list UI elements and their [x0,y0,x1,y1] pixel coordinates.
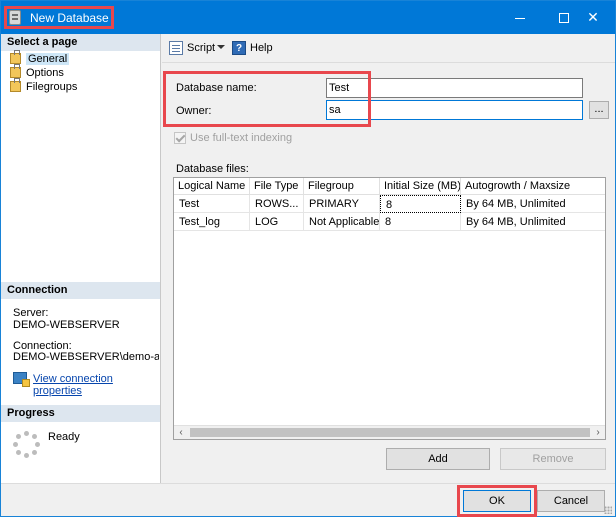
minimize-button[interactable] [498,1,542,34]
database-files-label: Database files: [176,163,249,175]
cancel-button[interactable]: Cancel [537,490,605,512]
ok-highlight [457,485,537,517]
horizontal-scrollbar[interactable]: ‹ › [174,425,605,439]
database-files-grid[interactable]: Logical Name File Type Filegroup Initial… [173,177,606,440]
connection-value: DEMO-WEBSERVER\demo-admi [13,351,159,363]
select-page-header: Select a page [1,34,160,51]
page-item-label: Filegroups [26,81,78,93]
script-button[interactable]: Script [169,41,215,55]
title-bar: New Database ✕ [1,1,615,34]
add-button[interactable]: Add [386,448,490,470]
page-icon [10,78,21,92]
owner-browse-button[interactable]: ... [589,101,609,119]
cell-filegroup[interactable]: PRIMARY [304,195,380,213]
connection-header: Connection [1,282,160,299]
page-item-label: Options [26,67,64,79]
column-header[interactable]: Initial Size (MB) [380,178,461,195]
connection-properties-icon [13,372,30,387]
close-button[interactable]: ✕ [571,1,615,34]
column-header[interactable]: File Type [250,178,304,195]
server-value: DEMO-WEBSERVER [13,319,120,331]
cell-autogrowth[interactable]: By 64 MB, Unlimited [461,213,605,231]
cell-file-type[interactable]: ROWS... [250,195,304,213]
script-label: Script [187,42,216,54]
cell-file-type[interactable]: LOG [250,213,304,231]
remove-button[interactable]: Remove [500,448,606,470]
dialog-button-bar: OK Cancel [1,483,615,517]
page-icon [10,64,21,78]
page-item-label: General [26,53,70,65]
cell-autogrowth[interactable]: By 64 MB, Unlimited [461,195,605,213]
help-icon [232,41,246,56]
help-button[interactable]: Help [232,41,273,56]
script-icon [169,41,183,55]
scroll-right-icon[interactable]: › [591,426,605,439]
help-label: Help [250,42,273,54]
title-highlight [4,6,114,29]
cell-filegroup[interactable]: Not Applicable [304,213,380,231]
toolbar: Script Help [162,34,615,62]
close-icon: ✕ [587,9,599,25]
cell-logical-name[interactable]: Test_log [174,213,250,231]
cell-logical-name[interactable]: Test [174,195,250,213]
fulltext-checkbox[interactable] [174,132,186,144]
fulltext-label: Use full-text indexing [190,132,293,144]
script-dropdown-icon[interactable] [217,45,225,49]
progress-spinner-icon [13,431,41,459]
grid-header: Logical Name File Type Filegroup Initial… [174,178,605,195]
column-header[interactable]: Autogrowth / Maxsize [461,178,605,195]
resize-grip-icon[interactable] [604,506,612,514]
new-database-dialog: New Database ✕ Select a page General Opt… [0,0,616,517]
cell-initial-size[interactable]: 8 [380,213,461,231]
view-connection-properties-link[interactable]: View connection properties [33,373,160,397]
toolbar-divider [162,62,615,63]
server-label: Server: [13,307,49,319]
progress-header: Progress [1,405,160,422]
table-row[interactable]: Test_log LOG Not Applicable 8 By 64 MB, … [174,213,605,231]
left-pane: Select a page General Options Filegroups… [1,34,161,483]
main-pane: Script Help Database name: Owner: ... Us… [162,34,615,483]
page-icon [10,50,21,64]
column-header[interactable]: Filegroup [304,178,380,195]
scrollbar-thumb[interactable] [190,428,590,437]
maximize-icon [559,13,569,24]
page-item-filegroups[interactable]: Filegroups [8,78,78,94]
table-row[interactable]: Test ROWS... PRIMARY 8 By 64 MB, Unlimit… [174,195,605,213]
column-header[interactable]: Logical Name [174,178,250,195]
scroll-left-icon[interactable]: ‹ [174,426,188,439]
cell-initial-size[interactable]: 8 [380,195,461,213]
minimize-icon [515,17,525,19]
progress-status: Ready [48,431,80,443]
fields-highlight [163,71,371,127]
